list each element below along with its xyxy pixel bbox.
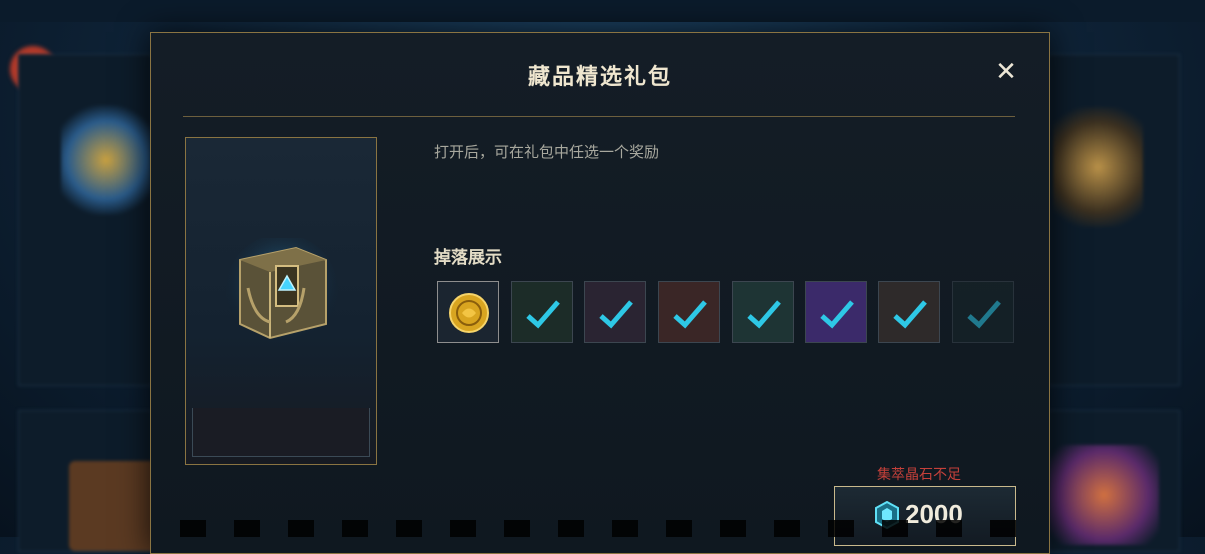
drop-item[interactable] [952, 281, 1014, 343]
owned-check-icon [820, 300, 854, 329]
preview-footer-frame [192, 408, 370, 457]
owned-check-icon [599, 300, 633, 329]
owned-check-icon [526, 300, 560, 329]
bundle-preview [185, 137, 377, 465]
owned-check-icon [967, 300, 1001, 329]
store-tile[interactable] [1048, 410, 1180, 552]
dialog-title: 藏品精选礼包 [527, 65, 672, 90]
video-caption-overlay [180, 520, 1040, 537]
insufficient-currency-warning: 集萃晶石不足 [877, 467, 961, 483]
store-tile[interactable] [18, 410, 159, 552]
drop-item[interactable] [805, 281, 867, 343]
drop-item[interactable] [584, 281, 646, 343]
bundle-description: 打开后，可在礼包中任选一个奖励 [434, 143, 660, 161]
drop-item[interactable] [658, 281, 720, 343]
owned-check-icon [747, 300, 781, 329]
store-tile[interactable] [1048, 54, 1180, 386]
drop-item[interactable] [437, 281, 499, 343]
purchase-button[interactable]: 2000 [834, 486, 1016, 546]
owned-check-icon [673, 300, 707, 329]
close-icon[interactable]: ✕ [993, 59, 1019, 85]
coin-emote-icon [449, 293, 489, 333]
owned-check-icon [893, 300, 927, 329]
bundle-dialog: 藏品精选礼包 ✕ 打开后，可在礼包中任选一个奖励 掉落展示 集萃晶石不足 200… [150, 32, 1050, 554]
store-top-bar [0, 0, 1205, 22]
drop-item[interactable] [878, 281, 940, 343]
chest-icon [226, 238, 338, 346]
drop-item[interactable] [511, 281, 573, 343]
drops-heading: 掉落展示 [434, 248, 502, 268]
title-divider [183, 116, 1015, 117]
store-tile[interactable] [18, 54, 152, 386]
drop-item[interactable] [732, 281, 794, 343]
